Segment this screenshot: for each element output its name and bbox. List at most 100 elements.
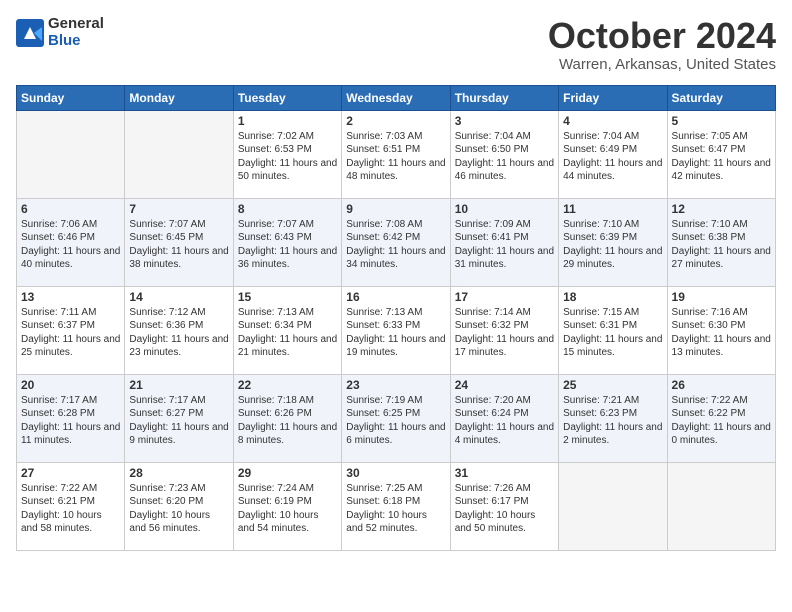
day-content: Sunrise: 7:05 AM Sunset: 6:47 PM Dayligh… xyxy=(672,130,771,184)
day-number: 28 xyxy=(129,466,228,480)
day-content: Sunrise: 7:11 AM Sunset: 6:37 PM Dayligh… xyxy=(21,306,120,360)
header-wednesday: Wednesday xyxy=(342,85,450,110)
day-cell: 23 Sunrise: 7:19 AM Sunset: 6:25 PM Dayli… xyxy=(342,374,450,462)
day-content: Sunrise: 7:09 AM Sunset: 6:41 PM Dayligh… xyxy=(455,218,554,272)
day-number: 29 xyxy=(238,466,337,480)
week-row-1: 6 Sunrise: 7:06 AM Sunset: 6:46 PM Daylig… xyxy=(17,198,776,286)
week-row-4: 27Sunrise: 7:22 AM Sunset: 6:21 PM Dayli… xyxy=(17,462,776,550)
day-number: 24 xyxy=(455,378,554,392)
day-content: Sunrise: 7:07 AM Sunset: 6:43 PM Dayligh… xyxy=(238,218,337,272)
day-number: 7 xyxy=(129,202,228,216)
header-row: Sunday Monday Tuesday Wednesday Thursday… xyxy=(17,85,776,110)
day-cell: 12Sunrise: 7:10 AM Sunset: 6:38 PM Dayli… xyxy=(667,198,775,286)
day-cell: 29Sunrise: 7:24 AM Sunset: 6:19 PM Dayli… xyxy=(233,462,341,550)
week-row-2: 13Sunrise: 7:11 AM Sunset: 6:37 PM Dayli… xyxy=(17,286,776,374)
day-cell xyxy=(667,462,775,550)
day-number: 17 xyxy=(455,290,554,304)
day-cell: 2 Sunrise: 7:03 AM Sunset: 6:51 PM Daylig… xyxy=(342,110,450,198)
day-content: Sunrise: 7:23 AM Sunset: 6:20 PM Dayligh… xyxy=(129,482,228,536)
day-content: Sunrise: 7:26 AM Sunset: 6:17 PM Dayligh… xyxy=(455,482,554,536)
day-content: Sunrise: 7:18 AM Sunset: 6:26 PM Dayligh… xyxy=(238,394,337,448)
day-cell: 11 Sunrise: 7:10 AM Sunset: 6:39 PM Dayli… xyxy=(559,198,667,286)
day-number: 8 xyxy=(238,202,337,216)
day-content: Sunrise: 7:04 AM Sunset: 6:49 PM Dayligh… xyxy=(563,130,662,184)
day-cell: 16 Sunrise: 7:13 AM Sunset: 6:33 PM Dayli… xyxy=(342,286,450,374)
logo-general: General xyxy=(48,16,104,33)
day-number: 30 xyxy=(346,466,445,480)
calendar-header: Sunday Monday Tuesday Wednesday Thursday… xyxy=(17,85,776,110)
day-number: 26 xyxy=(672,378,771,392)
day-number: 31 xyxy=(455,466,554,480)
header-tuesday: Tuesday xyxy=(233,85,341,110)
day-number: 19 xyxy=(672,290,771,304)
day-cell: 19 Sunrise: 7:16 AM Sunset: 6:30 PM Dayli… xyxy=(667,286,775,374)
day-cell: 30 Sunrise: 7:25 AM Sunset: 6:18 PM Dayli… xyxy=(342,462,450,550)
calendar-body: 1Sunrise: 7:02 AM Sunset: 6:53 PM Daylig… xyxy=(17,110,776,550)
day-cell: 1Sunrise: 7:02 AM Sunset: 6:53 PM Daylig… xyxy=(233,110,341,198)
day-content: Sunrise: 7:17 AM Sunset: 6:28 PM Dayligh… xyxy=(21,394,120,448)
day-cell: 7 Sunrise: 7:07 AM Sunset: 6:45 PM Daylig… xyxy=(125,198,233,286)
day-number: 10 xyxy=(455,202,554,216)
day-content: Sunrise: 7:14 AM Sunset: 6:32 PM Dayligh… xyxy=(455,306,554,360)
day-cell: 22 Sunrise: 7:18 AM Sunset: 6:26 PM Dayli… xyxy=(233,374,341,462)
day-cell xyxy=(559,462,667,550)
location: Warren, Arkansas, United States xyxy=(548,56,776,73)
day-content: Sunrise: 7:25 AM Sunset: 6:18 PM Dayligh… xyxy=(346,482,445,536)
day-number: 2 xyxy=(346,114,445,128)
day-number: 22 xyxy=(238,378,337,392)
day-cell: 15Sunrise: 7:13 AM Sunset: 6:34 PM Dayli… xyxy=(233,286,341,374)
day-content: Sunrise: 7:08 AM Sunset: 6:42 PM Dayligh… xyxy=(346,218,445,272)
header-thursday: Thursday xyxy=(450,85,558,110)
day-content: Sunrise: 7:12 AM Sunset: 6:36 PM Dayligh… xyxy=(129,306,228,360)
day-number: 23 xyxy=(346,378,445,392)
day-content: Sunrise: 7:17 AM Sunset: 6:27 PM Dayligh… xyxy=(129,394,228,448)
day-content: Sunrise: 7:10 AM Sunset: 6:38 PM Dayligh… xyxy=(672,218,771,272)
day-cell: 28 Sunrise: 7:23 AM Sunset: 6:20 PM Dayli… xyxy=(125,462,233,550)
day-content: Sunrise: 7:06 AM Sunset: 6:46 PM Dayligh… xyxy=(21,218,120,272)
day-cell: 9Sunrise: 7:08 AM Sunset: 6:42 PM Daylig… xyxy=(342,198,450,286)
day-content: Sunrise: 7:13 AM Sunset: 6:33 PM Dayligh… xyxy=(346,306,445,360)
day-cell: 13Sunrise: 7:11 AM Sunset: 6:37 PM Dayli… xyxy=(17,286,125,374)
day-number: 11 xyxy=(563,202,662,216)
day-content: Sunrise: 7:19 AM Sunset: 6:25 PM Dayligh… xyxy=(346,394,445,448)
day-number: 4 xyxy=(563,114,662,128)
day-number: 25 xyxy=(563,378,662,392)
day-content: Sunrise: 7:13 AM Sunset: 6:34 PM Dayligh… xyxy=(238,306,337,360)
day-cell: 4 Sunrise: 7:04 AM Sunset: 6:49 PM Daylig… xyxy=(559,110,667,198)
week-row-3: 20 Sunrise: 7:17 AM Sunset: 6:28 PM Dayli… xyxy=(17,374,776,462)
header-saturday: Saturday xyxy=(667,85,775,110)
day-cell: 17 Sunrise: 7:14 AM Sunset: 6:32 PM Dayli… xyxy=(450,286,558,374)
day-number: 3 xyxy=(455,114,554,128)
day-cell: 27Sunrise: 7:22 AM Sunset: 6:21 PM Dayli… xyxy=(17,462,125,550)
week-row-0: 1Sunrise: 7:02 AM Sunset: 6:53 PM Daylig… xyxy=(17,110,776,198)
day-content: Sunrise: 7:16 AM Sunset: 6:30 PM Dayligh… xyxy=(672,306,771,360)
calendar-table: Sunday Monday Tuesday Wednesday Thursday… xyxy=(16,85,776,551)
day-content: Sunrise: 7:22 AM Sunset: 6:21 PM Dayligh… xyxy=(21,482,120,536)
day-number: 20 xyxy=(21,378,120,392)
day-cell: 8 Sunrise: 7:07 AM Sunset: 6:43 PM Daylig… xyxy=(233,198,341,286)
day-cell xyxy=(17,110,125,198)
day-content: Sunrise: 7:10 AM Sunset: 6:39 PM Dayligh… xyxy=(563,218,662,272)
day-number: 6 xyxy=(21,202,120,216)
day-cell: 31 Sunrise: 7:26 AM Sunset: 6:17 PM Dayli… xyxy=(450,462,558,550)
title-area: October 2024 Warren, Arkansas, United St… xyxy=(548,16,776,73)
day-cell: 6 Sunrise: 7:06 AM Sunset: 6:46 PM Daylig… xyxy=(17,198,125,286)
day-number: 18 xyxy=(563,290,662,304)
logo-text: General Blue xyxy=(48,16,104,49)
page-header: General Blue October 2024 Warren, Arkans… xyxy=(16,16,776,73)
day-content: Sunrise: 7:07 AM Sunset: 6:45 PM Dayligh… xyxy=(129,218,228,272)
day-content: Sunrise: 7:21 AM Sunset: 6:23 PM Dayligh… xyxy=(563,394,662,448)
day-number: 5 xyxy=(672,114,771,128)
day-cell: 25 Sunrise: 7:21 AM Sunset: 6:23 PM Dayli… xyxy=(559,374,667,462)
day-cell: 14 Sunrise: 7:12 AM Sunset: 6:36 PM Dayli… xyxy=(125,286,233,374)
header-sunday: Sunday xyxy=(17,85,125,110)
day-content: Sunrise: 7:15 AM Sunset: 6:31 PM Dayligh… xyxy=(563,306,662,360)
day-cell: 24Sunrise: 7:20 AM Sunset: 6:24 PM Dayli… xyxy=(450,374,558,462)
day-number: 16 xyxy=(346,290,445,304)
day-number: 14 xyxy=(129,290,228,304)
header-monday: Monday xyxy=(125,85,233,110)
logo: General Blue xyxy=(16,16,104,49)
day-number: 21 xyxy=(129,378,228,392)
month-title: October 2024 xyxy=(548,16,776,56)
day-content: Sunrise: 7:03 AM Sunset: 6:51 PM Dayligh… xyxy=(346,130,445,184)
